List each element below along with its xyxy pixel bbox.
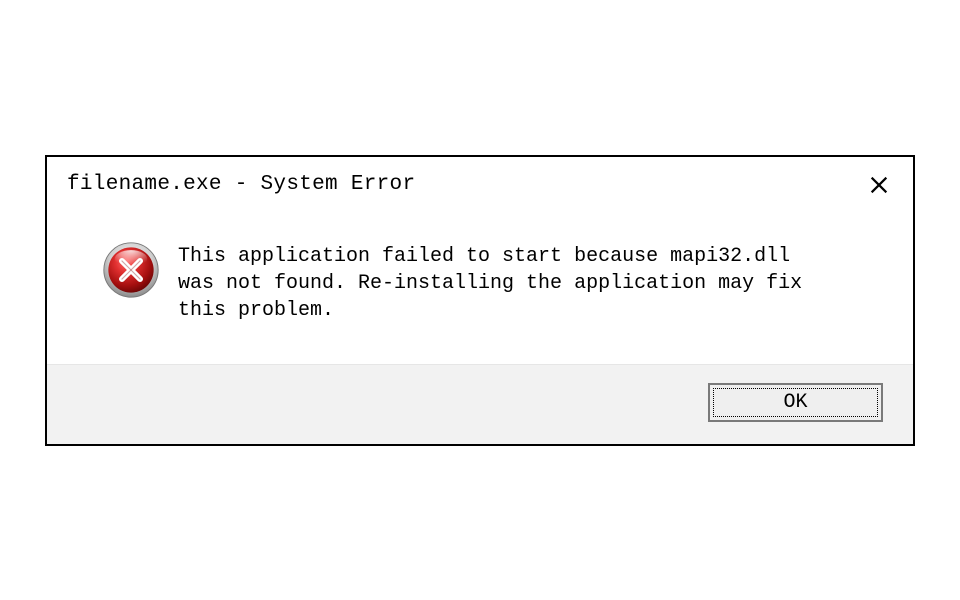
- titlebar: filename.exe - System Error: [47, 157, 913, 209]
- dialog-footer: OK: [47, 364, 913, 444]
- error-icon: [102, 241, 160, 299]
- dialog-content: This application failed to start because…: [47, 209, 913, 364]
- error-dialog: filename.exe - System Error: [45, 155, 915, 446]
- ok-button[interactable]: OK: [708, 383, 883, 422]
- error-message: This application failed to start because…: [178, 239, 838, 324]
- dialog-title: filename.exe - System Error: [67, 173, 415, 196]
- close-icon[interactable]: [865, 171, 893, 199]
